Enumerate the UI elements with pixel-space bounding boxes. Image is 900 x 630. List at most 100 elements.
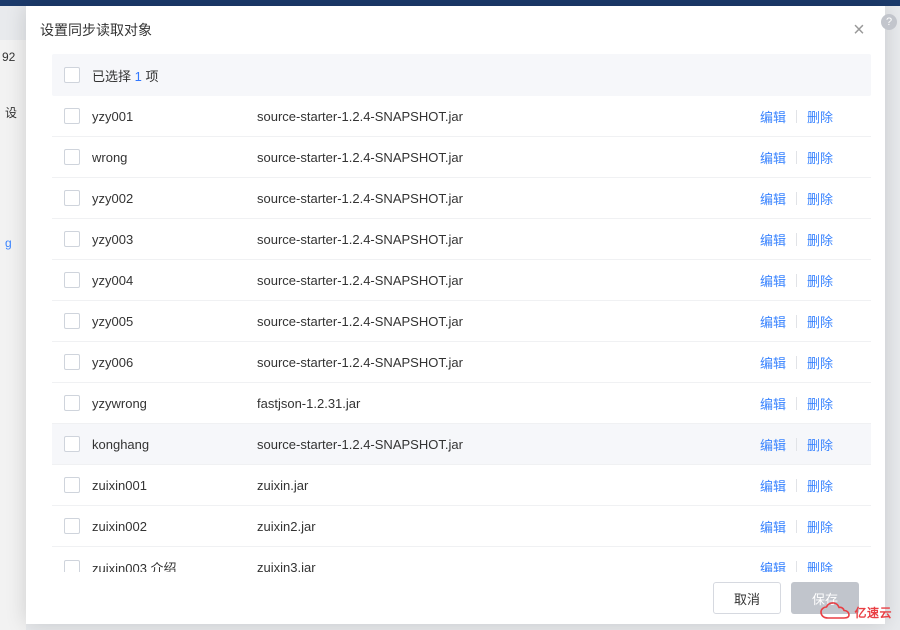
delete-link[interactable]: 删除 [797, 435, 843, 454]
header-checkbox-cell [52, 67, 92, 83]
row-checkbox[interactable] [64, 231, 80, 247]
row-checkbox[interactable] [64, 272, 80, 288]
row-checkbox[interactable] [64, 560, 80, 573]
row-checkbox[interactable] [64, 354, 80, 370]
row-checkbox[interactable] [64, 436, 80, 452]
row-actions: 编辑删除 [647, 230, 867, 249]
delete-link[interactable]: 删除 [797, 230, 843, 249]
row-checkbox[interactable] [64, 518, 80, 534]
row-checkbox-cell [52, 395, 92, 411]
row-actions: 编辑删除 [647, 517, 867, 536]
row-name: yzy006 [92, 355, 257, 370]
table-row[interactable]: yzy004source-starter-1.2.4-SNAPSHOT.jar编… [52, 260, 871, 301]
row-actions: 编辑删除 [647, 189, 867, 208]
row-file: source-starter-1.2.4-SNAPSHOT.jar [257, 150, 647, 165]
table-row[interactable]: yzywrongfastjson-1.2.31.jar编辑删除 [52, 383, 871, 424]
delete-link[interactable]: 删除 [797, 517, 843, 536]
delete-link[interactable]: 删除 [797, 271, 843, 290]
brand-text: 亿速云 [854, 604, 892, 621]
delete-link[interactable]: 删除 [797, 476, 843, 495]
edit-link[interactable]: 编辑 [750, 271, 796, 290]
edit-link[interactable]: 编辑 [750, 312, 796, 331]
row-file: source-starter-1.2.4-SNAPSHOT.jar [257, 437, 647, 452]
table-row[interactable]: yzy003source-starter-1.2.4-SNAPSHOT.jar编… [52, 219, 871, 260]
row-checkbox-cell [52, 272, 92, 288]
edit-link[interactable]: 编辑 [750, 517, 796, 536]
row-checkbox-cell [52, 560, 92, 573]
row-checkbox[interactable] [64, 313, 80, 329]
delete-link[interactable]: 删除 [797, 189, 843, 208]
modal-title: 设置同步读取对象 [40, 20, 152, 40]
delete-link[interactable]: 删除 [797, 148, 843, 167]
delete-link[interactable]: 删除 [797, 353, 843, 372]
close-icon[interactable]: × [847, 18, 871, 42]
table-row[interactable]: yzy006source-starter-1.2.4-SNAPSHOT.jar编… [52, 342, 871, 383]
table-scroll-area[interactable]: 已选择 1 项 yzy001source-starter-1.2.4-SNAPS… [52, 54, 871, 572]
delete-link[interactable]: 删除 [797, 558, 843, 572]
modal-body: 已选择 1 项 yzy001source-starter-1.2.4-SNAPS… [26, 54, 885, 572]
row-checkbox[interactable] [64, 149, 80, 165]
backdrop-sidebar: 92 设 g [0, 40, 26, 630]
select-all-checkbox[interactable] [64, 67, 80, 83]
edit-link[interactable]: 编辑 [750, 558, 796, 572]
row-name: zuixin002 [92, 519, 257, 534]
table-row[interactable]: wrongsource-starter-1.2.4-SNAPSHOT.jar 编辑… [52, 137, 871, 178]
table-row[interactable]: zuixin001zuixin.jar编辑删除 [52, 465, 871, 506]
edit-link[interactable]: 编辑 [750, 476, 796, 495]
delete-link[interactable]: 删除 [797, 107, 843, 126]
row-checkbox-cell [52, 190, 92, 206]
row-file: source-starter-1.2.4-SNAPSHOT.jar [257, 314, 647, 329]
row-file: source-starter-1.2.4-SNAPSHOT.jar [257, 232, 647, 247]
row-checkbox-cell [52, 354, 92, 370]
row-file: source-starter-1.2.4-SNAPSHOT.jar [257, 191, 647, 206]
row-file: source-starter-1.2.4-SNAPSHOT.jar [257, 355, 647, 370]
row-name: zuixin003 介绍 [92, 558, 257, 572]
cancel-button[interactable]: 取消 [713, 582, 781, 614]
row-name: yzywrong [92, 396, 257, 411]
row-name: yzy005 [92, 314, 257, 329]
row-checkbox-cell [52, 108, 92, 124]
row-file: zuixin.jar [257, 478, 647, 493]
table-body: yzy001source-starter-1.2.4-SNAPSHOT.jar编… [52, 96, 871, 572]
row-name: yzy004 [92, 273, 257, 288]
table-row[interactable]: yzy002source-starter-1.2.4-SNAPSHOT.jar编… [52, 178, 871, 219]
edit-link[interactable]: 编辑 [750, 353, 796, 372]
table-row[interactable]: zuixin003 介绍zuixin3.jar编辑删除 [52, 547, 871, 572]
table-row[interactable]: yzy005source-starter-1.2.4-SNAPSHOT.jar编… [52, 301, 871, 342]
delete-link[interactable]: 删除 [797, 312, 843, 331]
modal-footer: 取消 保存 [26, 572, 885, 624]
row-checkbox-cell [52, 518, 92, 534]
delete-link[interactable]: 删除 [797, 394, 843, 413]
edit-link[interactable]: 编辑 [750, 435, 796, 454]
row-actions: 编辑删除 [647, 312, 867, 331]
selection-summary: 已选择 1 项 [92, 66, 257, 85]
help-icon[interactable]: ? [881, 14, 897, 30]
row-checkbox-cell [52, 231, 92, 247]
edit-link[interactable]: 编辑 [750, 107, 796, 126]
brand-watermark: 亿速云 [820, 602, 892, 622]
row-actions: 编辑删除 [647, 107, 867, 126]
row-file: source-starter-1.2.4-SNAPSHOT.jar [257, 273, 647, 288]
row-checkbox[interactable] [64, 108, 80, 124]
modal-header: 设置同步读取对象 × [26, 6, 885, 54]
row-checkbox[interactable] [64, 395, 80, 411]
row-file: fastjson-1.2.31.jar [257, 396, 647, 411]
row-checkbox[interactable] [64, 190, 80, 206]
edit-link[interactable]: 编辑 [750, 189, 796, 208]
row-name: wrong [92, 150, 257, 165]
edit-link[interactable]: 编辑 [750, 394, 796, 413]
table-row[interactable]: yzy001source-starter-1.2.4-SNAPSHOT.jar编… [52, 96, 871, 137]
row-actions: 编辑删除 [647, 353, 867, 372]
row-name: konghang [92, 437, 257, 452]
table-row[interactable]: zuixin002zuixin2.jar编辑删除 [52, 506, 871, 547]
backdrop-link: g [0, 121, 26, 250]
row-actions: 编辑删除 [647, 394, 867, 413]
row-actions: 编辑删除 [647, 476, 867, 495]
row-checkbox[interactable] [64, 477, 80, 493]
edit-link[interactable]: 编辑 [750, 148, 796, 167]
edit-link[interactable]: 编辑 [750, 230, 796, 249]
row-checkbox-cell [52, 149, 92, 165]
row-name: yzy002 [92, 191, 257, 206]
table-row[interactable]: konghangsource-starter-1.2.4-SNAPSHOT.ja… [52, 424, 871, 465]
row-actions: 编辑删除 [647, 271, 867, 290]
